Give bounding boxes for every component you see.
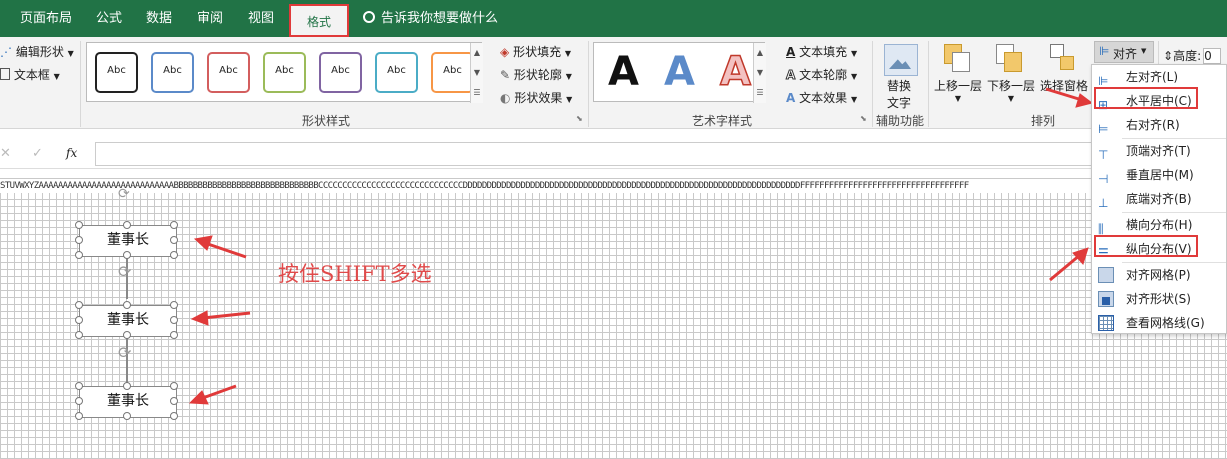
menu-item-view-gridlines[interactable]: 查看网格线(G) bbox=[1092, 311, 1227, 335]
menu-item-align-middle[interactable]: ⊣ 垂直居中(M) bbox=[1092, 163, 1227, 187]
menu-item-align-bottom[interactable]: ⊥ 底端对齐(B) bbox=[1092, 187, 1227, 211]
menu-item-distribute-horizontal[interactable]: ⫼ 横向分布(H) bbox=[1092, 213, 1227, 237]
menu-item-align-top[interactable]: ⊤ 顶端对齐(T) bbox=[1092, 139, 1227, 163]
highlight-box bbox=[1094, 87, 1198, 109]
menu-item-snap-to-grid[interactable]: 对齐网格(P) bbox=[1092, 263, 1227, 287]
menu-item-align-right[interactable]: ⊨ 右对齐(R) bbox=[1092, 113, 1227, 137]
align-top-icon: ⊤ bbox=[1098, 148, 1109, 162]
gridlines-icon bbox=[1098, 315, 1114, 331]
arrow-icon bbox=[1045, 87, 1094, 108]
annotation-arrows bbox=[188, 87, 1094, 405]
snap-grid-icon bbox=[1098, 267, 1114, 283]
distribute-horizontal-icon: ⫼ bbox=[1098, 222, 1104, 236]
align-bottom-icon: ⊥ bbox=[1098, 196, 1109, 210]
menu-item-snap-to-shape[interactable]: 对齐形状(S) bbox=[1092, 287, 1227, 311]
menu-item-align-left[interactable]: ⊫ 左对齐(L) bbox=[1092, 65, 1227, 89]
highlight-box bbox=[1094, 235, 1198, 257]
align-right-icon: ⊨ bbox=[1098, 122, 1109, 136]
snap-shape-icon bbox=[1098, 291, 1114, 307]
annotation-text: 按住SHIFT多选 bbox=[278, 262, 432, 286]
arrow-icon bbox=[188, 384, 237, 405]
arrow-icon bbox=[1049, 247, 1089, 282]
arrow-icon bbox=[193, 235, 247, 259]
arrow-icon bbox=[190, 310, 251, 326]
align-middle-icon: ⊣ bbox=[1098, 172, 1109, 186]
align-left-icon: ⊫ bbox=[1098, 74, 1109, 88]
